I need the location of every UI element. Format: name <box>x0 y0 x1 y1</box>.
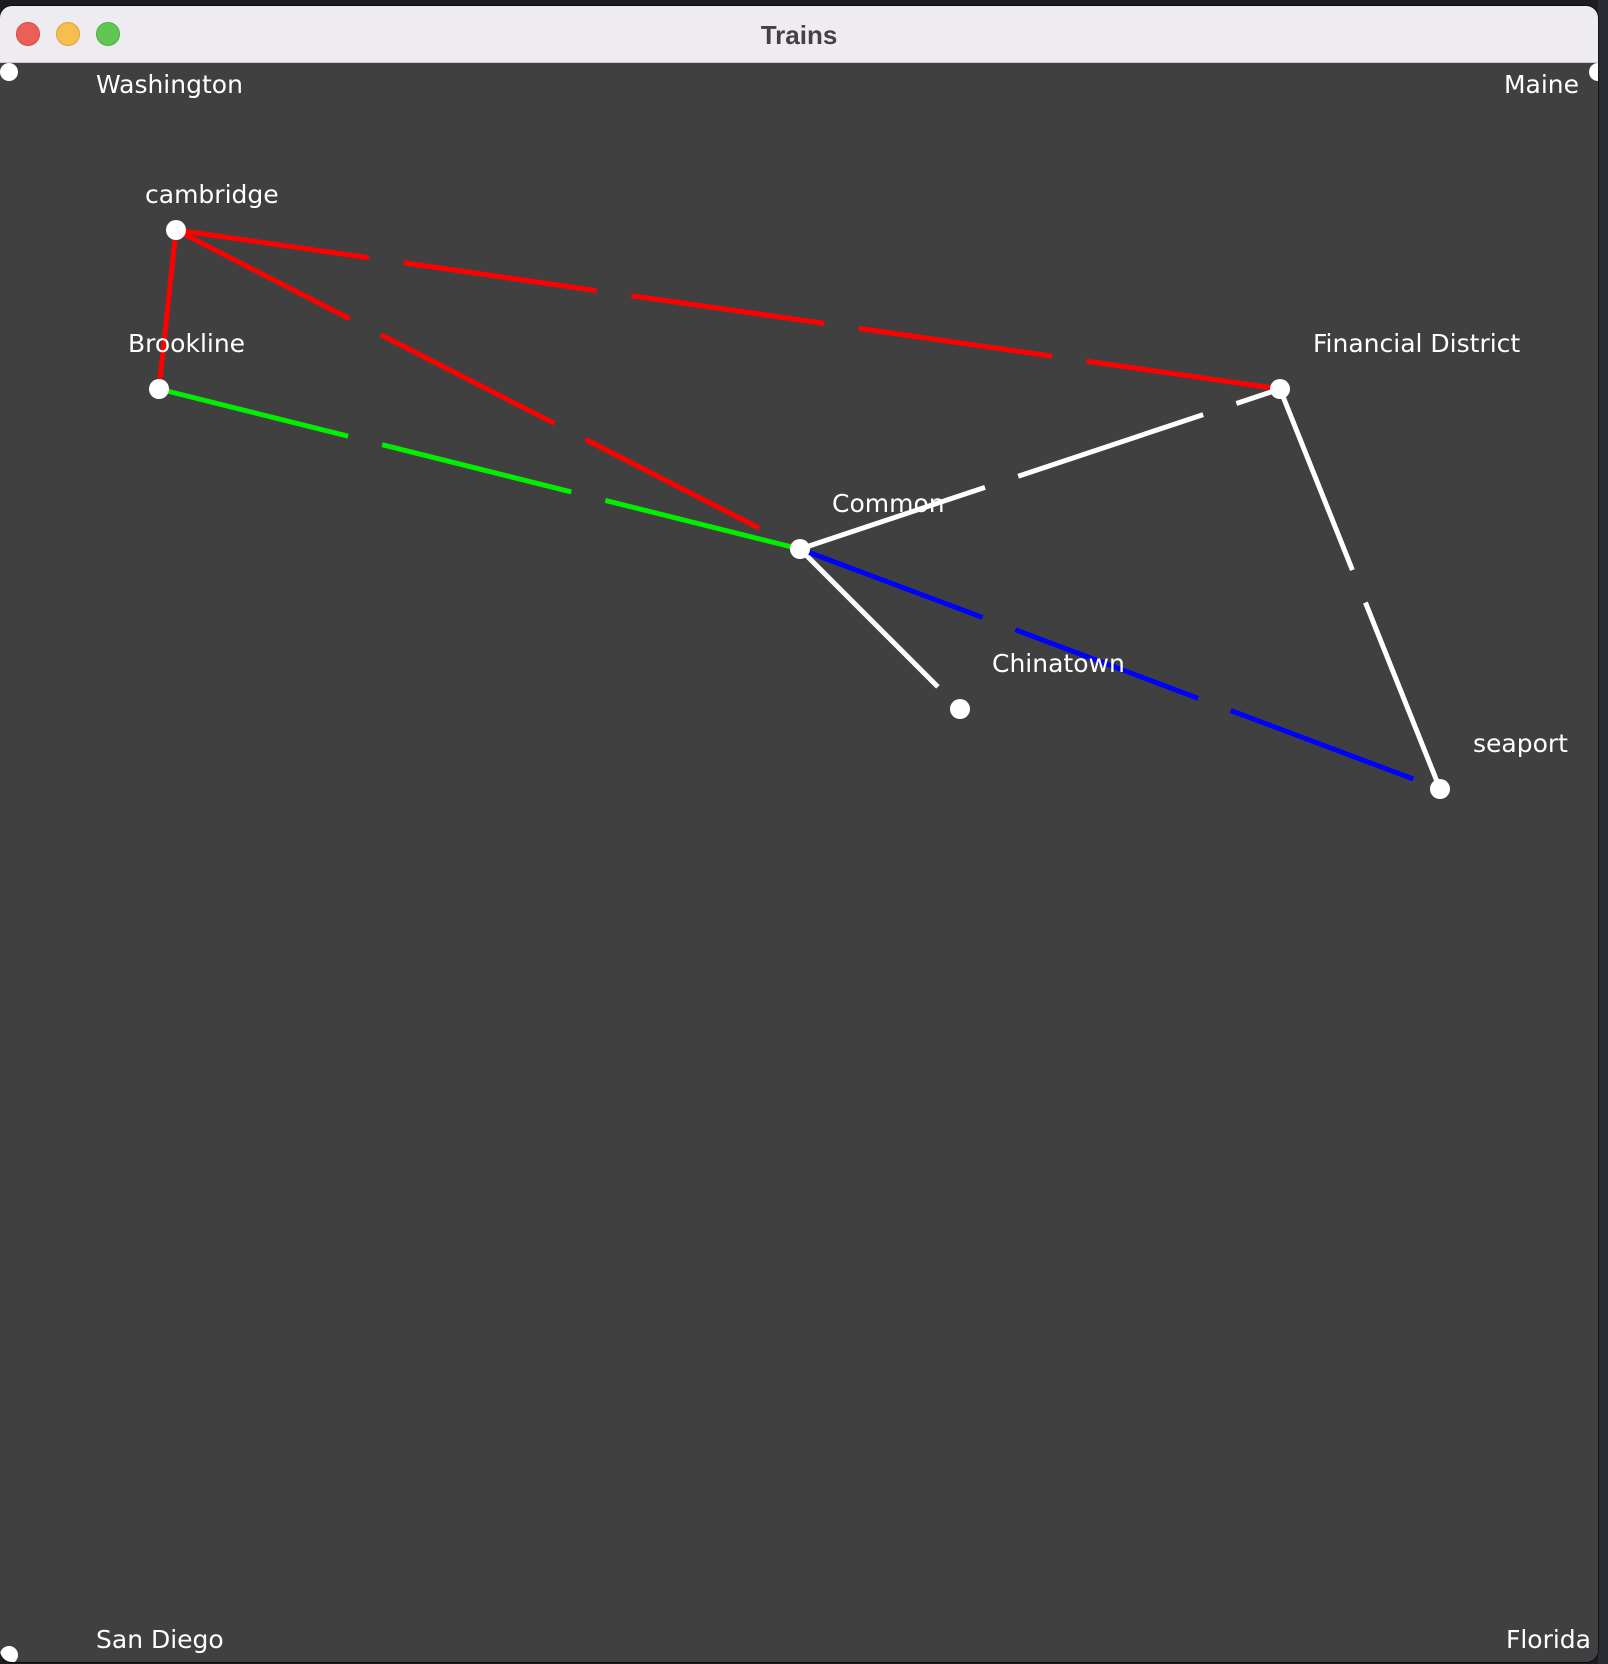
station-label-brookline: Brookline <box>128 329 245 358</box>
station-label-seaport: seaport <box>1473 729 1568 758</box>
station-dot-seaport[interactable] <box>1430 779 1450 799</box>
train-map: Washington Maine San Diego Florida cambr… <box>0 63 1598 1662</box>
title-bar: Trains <box>0 6 1598 63</box>
station-label-cambridge: cambridge <box>145 180 279 209</box>
trains-window: Trains Washington Maine San Diego Florid… <box>0 6 1598 1662</box>
station-label-chinatown: Chinatown <box>992 649 1125 678</box>
corner-label-san-diego: San Diego <box>96 1625 224 1654</box>
station-dot-financial-district[interactable] <box>1270 379 1290 399</box>
corner-label-maine: Maine <box>1504 70 1579 99</box>
corner-dot-top-left <box>0 63 18 81</box>
map-background <box>0 63 1598 1662</box>
window-title: Trains <box>760 20 838 50</box>
station-dot-cambridge[interactable] <box>166 220 186 240</box>
train-map-canvas[interactable]: Washington Maine San Diego Florida cambr… <box>0 63 1598 1662</box>
station-dot-chinatown[interactable] <box>950 699 970 719</box>
station-dot-common[interactable] <box>790 539 810 559</box>
desktop-backdrop <box>1598 0 1608 1664</box>
station-label-financial-district: Financial District <box>1313 329 1520 358</box>
corner-label-washington: Washington <box>96 70 243 99</box>
corner-label-florida: Florida <box>1506 1625 1591 1654</box>
station-dot-brookline[interactable] <box>149 379 169 399</box>
station-label-common: Common <box>832 489 945 518</box>
